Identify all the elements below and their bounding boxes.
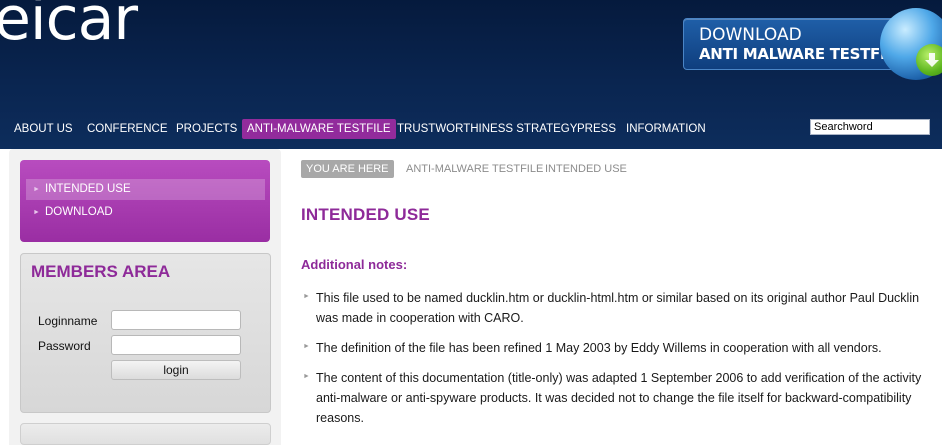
page-title: INTENDED USE — [301, 205, 430, 224]
nav-item-projects[interactable]: PROJECTS — [171, 119, 242, 139]
nav-item-conference[interactable]: CONFERENCE — [82, 119, 173, 139]
bullet-icon: ► — [303, 293, 310, 300]
breadcrumb-prefix: YOU ARE HERE — [301, 160, 394, 178]
nav-item-press[interactable]: PRESS — [572, 119, 621, 139]
sidebar-bottom-box — [20, 423, 271, 445]
eicar-logo[interactable]: eicar — [0, 0, 138, 54]
breadcrumb-item[interactable]: INTENDED USE — [545, 160, 627, 178]
section-subnav: ► INTENDED USE ► DOWNLOAD — [20, 160, 270, 242]
bullet-icon: ► — [303, 343, 310, 350]
bullet-icon: ► — [303, 373, 310, 380]
search-input[interactable] — [810, 119, 930, 135]
note-line: The definition of the file has been refi… — [316, 341, 882, 355]
list-item: The definition of the file has been refi… — [316, 338, 882, 358]
globe-icon[interactable] — [880, 8, 942, 80]
subnav-item-label: DOWNLOAD — [45, 206, 113, 218]
list-item: This file used to be named ducklin.htm o… — [316, 288, 919, 328]
loginname-label: Loginname — [38, 314, 98, 328]
main-nav: ABOUT US CONFERENCE PROJECTS ANTI-MALWAR… — [0, 119, 942, 141]
nav-item-information[interactable]: INFORMATION — [621, 119, 711, 139]
section-subheading: Additional notes: — [301, 257, 408, 272]
subnav-item-download[interactable]: ► DOWNLOAD — [26, 202, 265, 223]
note-line: reasons. — [316, 411, 364, 425]
breadcrumb-item[interactable]: ANTI-MALWARE TESTFILE — [406, 160, 543, 178]
nav-item-anti-malware-testfile[interactable]: ANTI-MALWARE TESTFILE — [242, 119, 396, 139]
members-area: MEMBERS AREA Loginname Password login — [20, 253, 271, 413]
download-arrow-icon — [916, 44, 942, 76]
bullet-icon: ► — [33, 186, 40, 193]
download-testfile-banner[interactable]: DOWNLOAD ANTI MALWARE TESTFILE — [683, 18, 913, 70]
note-line: The content of this documentation (title… — [316, 371, 922, 385]
subnav-item-label: INTENDED USE — [45, 183, 131, 195]
loginname-field[interactable] — [111, 310, 241, 330]
note-line: anti-malware or anti-spyware products. I… — [316, 391, 912, 405]
nav-item-trustworthiness-strategy[interactable]: TRUSTWORTHINESS STRATEGY — [392, 119, 582, 139]
note-line: This file used to be named ducklin.htm o… — [316, 291, 920, 305]
password-field[interactable] — [111, 335, 241, 355]
nav-item-about-us[interactable]: ABOUT US — [9, 119, 78, 139]
banner-line-1: DOWNLOAD — [699, 25, 802, 45]
members-area-title: MEMBERS AREA — [31, 262, 171, 281]
subnav-item-intended-use[interactable]: ► INTENDED USE — [26, 179, 265, 200]
bullet-icon: ► — [33, 209, 40, 216]
banner-line-2: ANTI MALWARE TESTFILE — [699, 45, 905, 63]
list-item: The content of this documentation (title… — [316, 368, 921, 428]
password-label: Password — [38, 339, 91, 353]
login-button[interactable]: login — [111, 360, 241, 380]
note-line: was made in cooperation with CARO. — [316, 311, 524, 325]
